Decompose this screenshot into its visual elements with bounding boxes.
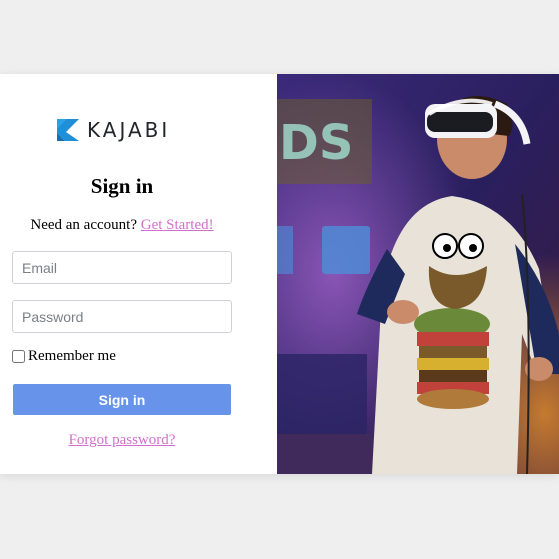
login-card: KAJABI Sign in Need an account? Get Star… (0, 74, 559, 474)
remember-me-label: Remember me (28, 348, 116, 364)
sign-in-button[interactable]: Sign in (13, 384, 231, 415)
email-field[interactable] (12, 251, 232, 284)
remember-me-checkbox[interactable] (12, 350, 25, 363)
signup-prompt-text: Need an account? (30, 217, 137, 233)
signup-prompt: Need an account? Get Started! (0, 217, 244, 234)
brand-logo: KAJABI (57, 118, 170, 142)
login-panel: KAJABI Sign in Need an account? Get Star… (0, 74, 277, 474)
page-title: Sign in (90, 174, 154, 198)
vr-user-photo: DS (277, 74, 559, 474)
kajabi-logo-icon (57, 119, 79, 141)
forgot-password-link[interactable]: Forgot password? (0, 432, 244, 449)
get-started-link[interactable]: Get Started! (141, 217, 214, 233)
hero-image: DS (277, 74, 559, 474)
svg-text:DS: DS (279, 115, 353, 171)
password-field[interactable] (12, 300, 232, 333)
brand-name: KAJABI (87, 118, 171, 142)
remember-me-row[interactable]: Remember me (12, 348, 116, 365)
